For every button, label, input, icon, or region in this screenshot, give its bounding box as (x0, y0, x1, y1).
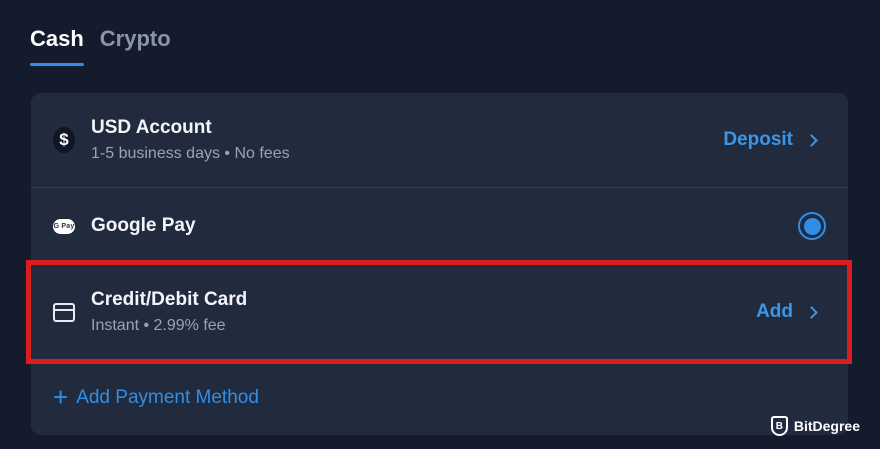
usd-account-title: USD Account (91, 117, 212, 138)
radio-selected-dot (803, 217, 821, 235)
add-card-button[interactable]: Add (756, 301, 820, 323)
dollar-icon: $ (53, 127, 75, 153)
google-pay-row[interactable]: G Pay Google Pay (31, 188, 848, 264)
tab-cash[interactable]: Cash (30, 26, 84, 66)
plus-icon: + (53, 382, 69, 412)
card-icon-wrap (53, 301, 75, 323)
chevron-right-icon (805, 133, 818, 147)
card-title: Credit/Debit Card (91, 289, 248, 310)
deposit-label: Deposit (723, 129, 793, 150)
add-payment-method-label: Add Payment Method (76, 387, 259, 408)
tab-bar: Cash Crypto (30, 26, 171, 66)
usd-account-row[interactable]: $ USD Account 1-5 business days • No fee… (31, 93, 848, 188)
deposit-button[interactable]: Deposit (723, 129, 820, 151)
usd-account-subtitle: 1-5 business days • No fees (91, 145, 290, 162)
bitdegree-watermark: B BitDegree (770, 416, 860, 436)
payment-methods-panel: $ USD Account 1-5 business days • No fee… (31, 93, 848, 435)
gpay-icon-wrap: G Pay (53, 215, 75, 237)
usd-text: USD Account 1-5 business days • No fees (91, 117, 290, 163)
tab-crypto[interactable]: Crypto (100, 26, 171, 66)
usd-icon-wrap: $ (53, 127, 75, 153)
google-pay-icon: G Pay (53, 218, 75, 234)
credit-debit-card-row[interactable]: Credit/Debit Card Instant • 2.99% fee Ad… (31, 264, 848, 360)
bitdegree-shield-icon: B (770, 416, 788, 436)
google-pay-radio[interactable] (798, 212, 826, 240)
gpay-text: Google Pay (91, 215, 196, 237)
add-card-label: Add (756, 301, 793, 322)
card-text: Credit/Debit Card Instant • 2.99% fee (91, 289, 247, 335)
payment-method-screen: Cash Crypto $ USD Account 1-5 business d… (0, 0, 880, 449)
chevron-right-icon (805, 305, 818, 319)
credit-card-icon (53, 302, 75, 322)
add-payment-method-row: + Add Payment Method (31, 378, 848, 418)
card-subtitle: Instant • 2.99% fee (91, 317, 226, 334)
google-pay-title: Google Pay (91, 215, 196, 236)
add-payment-method-button[interactable]: + Add Payment Method (53, 382, 259, 412)
watermark-text: BitDegree (793, 418, 860, 434)
